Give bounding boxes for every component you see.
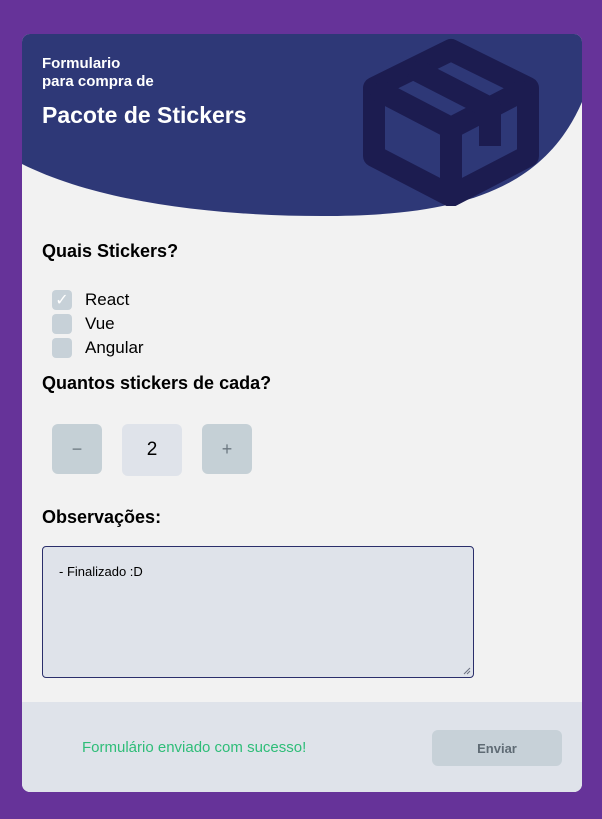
checkbox-react[interactable]: ✓ React xyxy=(52,290,129,310)
submit-button[interactable]: Enviar xyxy=(432,730,562,766)
checkbox-angular[interactable]: Angular xyxy=(52,338,144,358)
success-message: Formulário enviado com sucesso! xyxy=(82,739,307,756)
notes-label: Observações: xyxy=(42,507,162,527)
header-subtitle: Formulario para compra de xyxy=(42,55,154,90)
package-box-icon xyxy=(363,39,539,206)
checkbox-label: React xyxy=(85,290,130,309)
notes-text: - Finalizado :D xyxy=(59,564,143,579)
checkbox-vue[interactable]: Vue xyxy=(52,314,115,334)
checkbox-checked-icon[interactable]: ✓ xyxy=(52,290,72,310)
checkbox-unchecked-icon[interactable] xyxy=(52,314,72,334)
decrement-button[interactable]: − xyxy=(52,424,102,474)
quantity-value: 2 xyxy=(122,424,182,476)
checkbox-label: Vue xyxy=(85,314,115,333)
stickers-question: Quais Stickers? xyxy=(42,241,179,261)
checkbox-label: Angular xyxy=(85,338,144,357)
page-title: Pacote de Stickers xyxy=(42,102,247,128)
quantity-question: Quantos stickers de cada? xyxy=(42,373,272,393)
notes-textarea[interactable]: - Finalizado :D xyxy=(42,546,474,678)
increment-button[interactable]: + xyxy=(202,424,252,474)
form-footer: Formulário enviado com sucesso! Enviar xyxy=(22,702,582,792)
checkbox-unchecked-icon[interactable] xyxy=(52,338,72,358)
resize-grip-icon[interactable] xyxy=(463,667,471,675)
form-card: Formulario para compra de Pacote de Stic… xyxy=(22,34,582,792)
